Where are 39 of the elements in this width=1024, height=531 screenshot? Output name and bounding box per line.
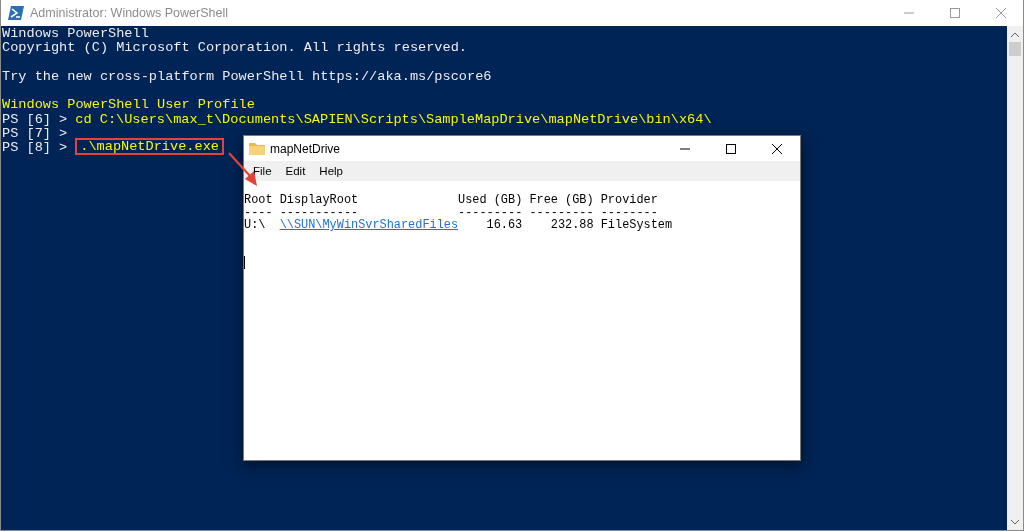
console-prompt: PS [6] >: [2, 112, 68, 128]
console-prompt: PS [8] >: [2, 141, 68, 156]
console-output: Windows PowerShell: [2, 27, 149, 42]
table-cell: 232.88: [550, 218, 594, 233]
header-underline: ---------: [458, 205, 523, 220]
table-cell: U:\: [244, 218, 266, 233]
column-header: Root: [244, 193, 273, 207]
console-output: Windows PowerShell User Profile: [2, 98, 255, 113]
scrollbar-thumb[interactable]: [1009, 42, 1021, 56]
folder-icon: [249, 142, 265, 155]
maximize-icon: [726, 143, 736, 154]
table-cell: 16.63: [486, 218, 523, 233]
console-prompt: PS [7] >: [2, 127, 68, 142]
column-header: Free (GB): [529, 193, 594, 207]
highlighted-command: .\mapNetDrive.exe: [75, 138, 224, 156]
header-underline: -----------: [279, 205, 359, 220]
header-underline: --------: [600, 205, 658, 220]
column-header: DisplayRoot: [279, 193, 359, 207]
menu-item[interactable]: Help: [312, 165, 350, 177]
header-underline: ----: [244, 205, 273, 220]
console-output: Copyright (C) Microsoft Corporation. All rights reserved.: [2, 41, 467, 56]
window-title: mapNetDrive: [270, 141, 342, 156]
window-title: Administrator: Windows PowerShell: [30, 6, 229, 20]
network-path-link[interactable]: \\SUN\MyWinSvrSharedFiles: [279, 218, 459, 233]
close-icon: [772, 143, 782, 154]
column-header: Used (GB): [458, 193, 523, 207]
menu-item[interactable]: Edit: [278, 165, 313, 177]
header-underline: ---------: [529, 205, 594, 220]
chevron-down-icon: [1011, 519, 1019, 525]
text-cursor: [244, 256, 245, 270]
console-command: cd C:\Users\max_t\Documents\SAPIEN\Scripts\SampleMapDrive\mapNetDrive\bin\x64\: [75, 112, 712, 128]
chevron-up-icon: [1011, 31, 1019, 37]
console-output: Try the new cross-platform PowerShell https://aka.ms/pscore6: [2, 69, 492, 85]
menu-item[interactable]: File: [246, 165, 279, 177]
close-icon: [995, 8, 1006, 18]
maximize-icon: [949, 8, 960, 18]
column-header: Provider: [600, 193, 658, 207]
table-cell: FileSystem: [600, 218, 673, 233]
powershell-icon: [8, 6, 24, 20]
